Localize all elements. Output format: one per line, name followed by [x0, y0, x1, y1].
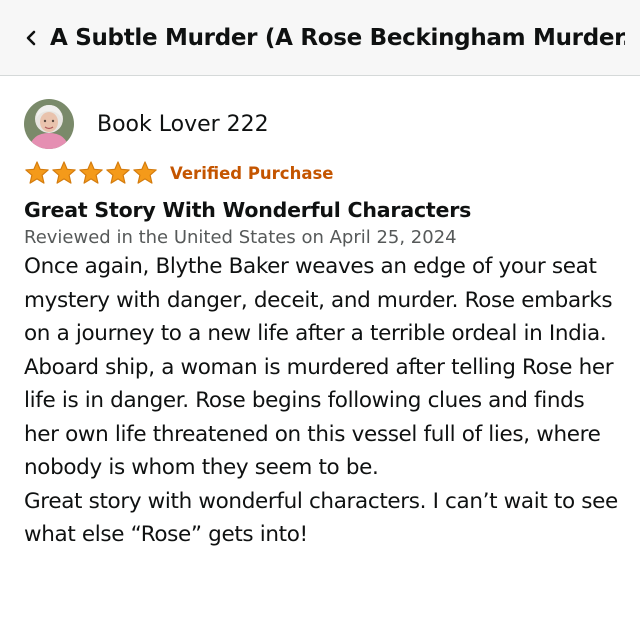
reviewer-profile[interactable]: Book Lover 222 [24, 96, 624, 152]
star-icon [106, 161, 130, 184]
review-paragraph: Great story with wonderful characters. I… [24, 488, 618, 548]
top-bar: A Subtle Murder (A Rose Beckingham Murde… [0, 0, 640, 76]
star-icon [79, 161, 103, 184]
star-icon [25, 161, 49, 184]
review-date: Reviewed in the United States on April 2… [24, 227, 457, 248]
review-body: Once again, Blythe Baker weaves an edge … [24, 250, 624, 552]
product-title[interactable]: A Subtle Murder (A Rose Beckingham Murde… [50, 25, 625, 51]
review-paragraph: Once again, Blythe Baker weaves an edge … [24, 254, 614, 480]
avatar[interactable] [24, 99, 74, 149]
review-card: Book Lover 222 Verified Purchase Great S… [24, 96, 624, 552]
star-icon [133, 161, 157, 184]
review-title: Great Story With Wonderful Characters [24, 198, 472, 222]
reviewer-name[interactable]: Book Lover 222 [97, 112, 269, 137]
chevron-left-icon [26, 30, 36, 45]
back-button[interactable] [20, 27, 42, 49]
rating-row: Verified Purchase [24, 158, 624, 188]
star-rating[interactable] [24, 160, 158, 186]
verified-purchase-badge: Verified Purchase [170, 163, 334, 183]
star-icon [52, 161, 76, 184]
